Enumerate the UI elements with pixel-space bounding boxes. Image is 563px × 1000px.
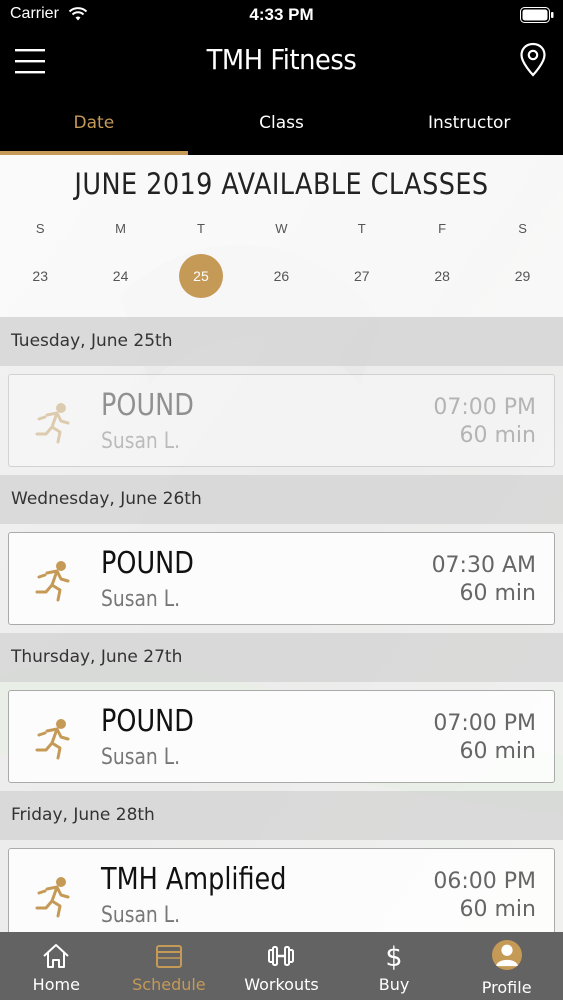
runner-icon bbox=[35, 403, 70, 444]
date-number: 29 bbox=[514, 268, 531, 284]
day-header: Friday, June 28th bbox=[0, 791, 563, 840]
date-number: 26 bbox=[273, 268, 290, 284]
avatar bbox=[491, 940, 522, 970]
class-card[interactable]: TMH Amplified Susan L. 06:00 PM 60 min bbox=[8, 848, 555, 932]
tab-label: Home bbox=[32, 975, 80, 994]
weekday-label: S bbox=[518, 221, 527, 236]
class-name: TMH Amplified bbox=[101, 862, 287, 897]
class-duration: 60 min bbox=[459, 581, 536, 606]
dumbbell-icon bbox=[268, 946, 295, 966]
weekday-row: S M T W T F S bbox=[0, 221, 563, 236]
weekday-label: M bbox=[115, 221, 126, 236]
date-number: 28 bbox=[434, 268, 450, 284]
weekday-label: W bbox=[275, 221, 288, 236]
app-title: TMH Fitness bbox=[206, 43, 357, 76]
svg-text:$: $ bbox=[385, 942, 402, 970]
class-duration: 60 min bbox=[459, 739, 536, 764]
tab-schedule[interactable]: Schedule bbox=[113, 932, 226, 1000]
tab-label: Profile bbox=[481, 978, 532, 997]
weekday-label: T bbox=[197, 221, 205, 236]
date-cell[interactable]: 28 bbox=[402, 254, 482, 298]
tab-label: Schedule bbox=[132, 975, 206, 994]
class-instructor: Susan L. bbox=[101, 587, 181, 612]
date-cell[interactable]: 29 bbox=[482, 254, 562, 298]
runner-icon bbox=[35, 561, 70, 602]
class-time: 06:00 PM bbox=[433, 869, 536, 894]
calendar-strip: JUNE 2019 AVAILABLE CLASSES S M T W T F … bbox=[0, 155, 563, 317]
date-cell[interactable]: 24 bbox=[80, 254, 160, 298]
runner-icon bbox=[35, 877, 70, 918]
class-name: POUND bbox=[101, 704, 194, 739]
class-time: 07:00 PM bbox=[433, 395, 536, 420]
day-section: TMH Amplified Susan L. 06:00 PM 60 min bbox=[0, 840, 563, 932]
tab-buy[interactable]: $ Buy bbox=[338, 932, 451, 1000]
status-bar: Carrier 4:33 PM bbox=[0, 0, 563, 30]
schedule-content[interactable]: JUNE 2019 AVAILABLE CLASSES S M T W T F … bbox=[0, 155, 563, 932]
day-section: POUND Susan L. 07:00 PM 60 min bbox=[0, 366, 563, 475]
day-header: Tuesday, June 25th bbox=[0, 317, 563, 366]
class-name: POUND bbox=[101, 546, 194, 581]
class-card[interactable]: POUND Susan L. 07:00 PM 60 min bbox=[8, 690, 555, 783]
class-time: 07:30 AM bbox=[431, 553, 536, 578]
calendar-icon bbox=[155, 945, 182, 968]
tab-workouts[interactable]: Workouts bbox=[225, 932, 338, 1000]
status-time: 4:33 PM bbox=[249, 5, 314, 24]
tab-instructor[interactable]: Instructor bbox=[375, 92, 563, 155]
day-section: POUND Susan L. 07:30 AM 60 min bbox=[0, 524, 563, 633]
location-icon[interactable] bbox=[519, 42, 547, 78]
weekday-label: S bbox=[35, 221, 45, 236]
day-header: Wednesday, June 26th bbox=[0, 475, 563, 524]
date-number: 23 bbox=[32, 268, 48, 284]
tab-label: Workouts bbox=[244, 975, 319, 994]
bottom-tab-bar: Home Schedule Workouts $ Buy Profile bbox=[0, 932, 563, 1000]
tab-label: Buy bbox=[378, 975, 410, 994]
date-cell[interactable]: 26 bbox=[241, 254, 321, 298]
class-instructor: Susan L. bbox=[101, 429, 181, 454]
class-instructor: Susan L. bbox=[101, 745, 181, 770]
dollar-icon: $ bbox=[385, 942, 402, 970]
filter-tabs: Date Class Instructor bbox=[0, 92, 563, 155]
weekday-label: F bbox=[438, 221, 447, 236]
calendar-title: JUNE 2019 AVAILABLE CLASSES bbox=[74, 167, 489, 201]
tab-class[interactable]: Class bbox=[188, 92, 376, 155]
date-cell[interactable]: 27 bbox=[322, 254, 402, 298]
tab-date[interactable]: Date bbox=[0, 92, 188, 155]
class-duration: 60 min bbox=[459, 423, 536, 448]
date-number: 25 bbox=[178, 254, 223, 298]
date-cell[interactable]: 23 bbox=[0, 254, 80, 298]
tab-profile[interactable]: Profile bbox=[450, 932, 563, 1000]
class-card[interactable]: POUND Susan L. 07:30 AM 60 min bbox=[8, 532, 555, 625]
user-icon bbox=[495, 944, 518, 967]
date-number: 27 bbox=[353, 268, 370, 284]
nav-bar: TMH Fitness bbox=[0, 30, 563, 92]
runner-icon bbox=[35, 719, 70, 760]
tab-home[interactable]: Home bbox=[0, 932, 113, 1000]
class-duration: 60 min bbox=[459, 897, 536, 922]
battery-icon bbox=[520, 7, 554, 23]
class-card[interactable]: POUND Susan L. 07:00 PM 60 min bbox=[8, 374, 555, 467]
class-time: 07:00 PM bbox=[433, 711, 536, 736]
date-row: 23 24 25 26 27 28 29 bbox=[0, 254, 563, 298]
date-number: 24 bbox=[112, 268, 129, 284]
class-name: POUND bbox=[101, 388, 194, 423]
class-instructor: Susan L. bbox=[101, 903, 181, 928]
weekday-label: T bbox=[357, 221, 366, 236]
home-icon bbox=[43, 944, 69, 968]
date-cell-selected[interactable]: 25 bbox=[161, 254, 241, 298]
day-header: Thursday, June 27th bbox=[0, 633, 563, 682]
day-section: POUND Susan L. 07:00 PM 60 min bbox=[0, 682, 563, 791]
